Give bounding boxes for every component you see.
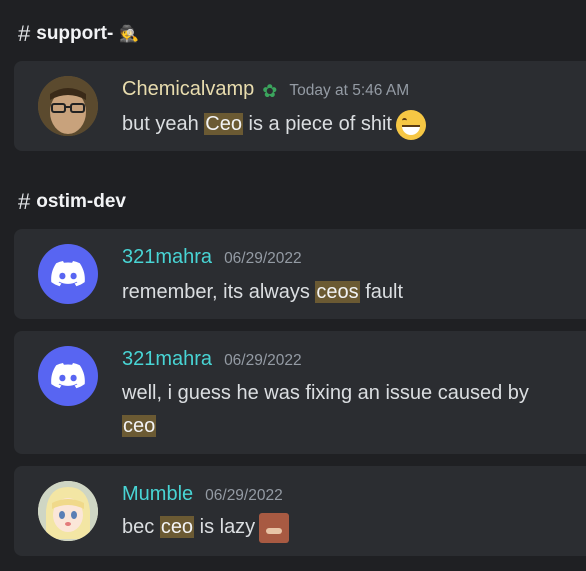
timestamp: 06/29/2022 xyxy=(205,487,283,504)
channel-header-support[interactable]: # support- 🕵 xyxy=(18,21,140,46)
timestamp: 06/29/2022 xyxy=(224,250,302,267)
search-highlight: Ceo xyxy=(204,113,243,135)
message-text: but yeah Ceo is a piece of shit xyxy=(122,108,562,141)
discord-logo-icon xyxy=(51,261,85,287)
message-header: Chemicalvamp ✿ Today at 5:46 AM xyxy=(122,78,409,101)
username[interactable]: 321mahra xyxy=(122,246,212,269)
channel-name: support- xyxy=(36,23,114,44)
avatar[interactable] xyxy=(38,346,98,406)
message-card[interactable]: Mumble 06/29/2022 bec ceo is lazy xyxy=(14,466,586,556)
message-header: 321mahra 06/29/2022 xyxy=(122,348,302,371)
message-card[interactable]: 321mahra 06/29/2022 well, i guess he was… xyxy=(14,331,586,454)
green-sprout-icon[interactable]: ✿ xyxy=(262,81,277,102)
message-card[interactable]: 321mahra 06/29/2022 remember, its always… xyxy=(14,229,586,319)
username[interactable]: Mumble xyxy=(122,483,193,506)
channel-header-ostim-dev[interactable]: # ostim-dev xyxy=(18,189,126,214)
grinning-face-icon xyxy=(395,109,426,140)
discord-logo-icon xyxy=(51,363,85,389)
anime-girl-icon xyxy=(38,481,98,541)
detective-emoji-icon: 🕵 xyxy=(119,26,140,43)
message-header: Mumble 06/29/2022 xyxy=(122,483,283,506)
channel-hash-icon: # xyxy=(18,21,31,46)
username[interactable]: 321mahra xyxy=(122,348,212,371)
channel-hash-icon: # xyxy=(18,189,31,214)
timestamp: Today at 5:46 AM xyxy=(289,82,410,99)
user-photo-icon xyxy=(38,76,98,136)
channel-name: ostim-dev xyxy=(36,191,126,212)
username[interactable]: Chemicalvamp xyxy=(122,78,254,101)
laughing-sticker-icon xyxy=(259,512,290,543)
avatar[interactable] xyxy=(38,76,98,136)
text-part: well, i guess he was fixing an issue cau… xyxy=(122,382,529,404)
avatar[interactable] xyxy=(38,481,98,541)
message-text: remember, its always ceos fault xyxy=(122,276,562,309)
avatar[interactable] xyxy=(38,244,98,304)
search-highlight: ceos xyxy=(315,281,360,303)
message-text: bec ceo is lazy xyxy=(122,511,562,544)
timestamp: 06/29/2022 xyxy=(224,352,302,369)
text-part: fault xyxy=(359,281,403,303)
search-highlight: ceo xyxy=(122,415,157,437)
text-part: is lazy xyxy=(194,516,256,538)
text-part: bec xyxy=(122,516,160,538)
message-card[interactable]: Chemicalvamp ✿ Today at 5:46 AM but yeah… xyxy=(14,61,586,151)
search-highlight: ceo xyxy=(159,516,195,538)
text-part: but yeah xyxy=(122,113,205,135)
text-part: is a piece of shit xyxy=(243,113,392,135)
message-header: 321mahra 06/29/2022 xyxy=(122,246,302,269)
message-text: well, i guess he was fixing an issue cau… xyxy=(122,377,562,443)
text-part: remember, its always xyxy=(122,281,316,303)
